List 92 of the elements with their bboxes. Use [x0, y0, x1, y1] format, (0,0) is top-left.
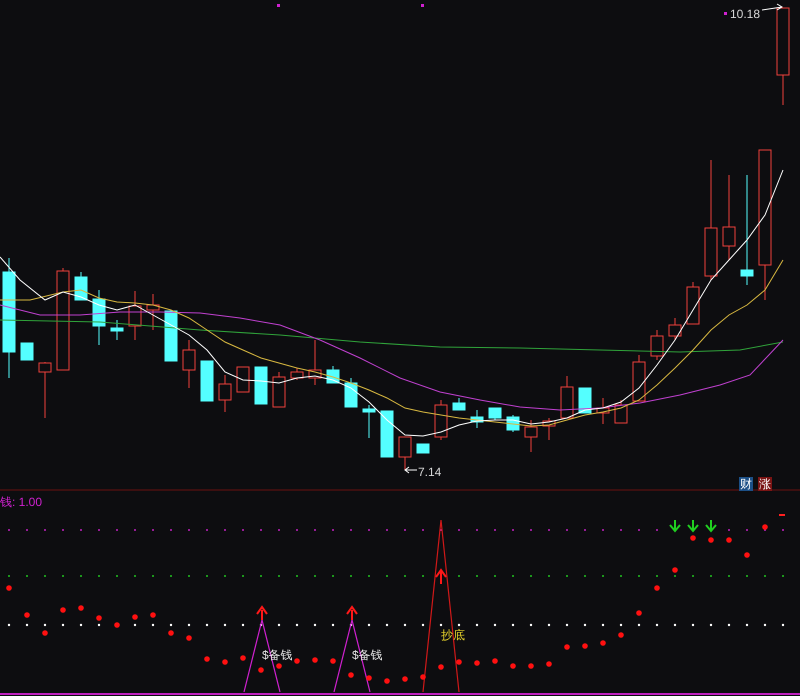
badge-label[interactable]: 涨: [758, 477, 772, 491]
candlestick: [20, 342, 34, 360]
indicator-dot: [114, 622, 120, 628]
indicator-dot: [456, 659, 462, 665]
candlestick: [416, 444, 430, 454]
indicator-dot: [618, 632, 624, 638]
low-price-label: 7.14: [418, 464, 442, 481]
indicator-dot: [258, 667, 264, 673]
indicator-dot: [276, 663, 282, 669]
indicator-dot: [348, 672, 354, 678]
indicator-dot: [708, 537, 714, 543]
indicator-dot: [312, 657, 318, 663]
indicator-dot: [762, 524, 768, 530]
badge-label[interactable]: 财: [739, 477, 753, 491]
indicator-dot: [564, 644, 570, 650]
indicator-dot: [24, 612, 30, 618]
indicator-dot: [600, 640, 606, 646]
candlestick: [632, 354, 646, 402]
up-arrow-icon: [256, 605, 268, 621]
up-arrow-icon: [435, 568, 447, 585]
indicator-dot: [492, 658, 498, 664]
candlestick: [614, 400, 628, 424]
indicator-dot: [546, 661, 552, 667]
indicator-dot: [690, 535, 696, 541]
indicator-dot: [294, 658, 300, 664]
indicator-dot: [582, 643, 588, 649]
candlestick: [362, 404, 376, 438]
indicator-dot: [744, 552, 750, 558]
marker-dash: [779, 514, 785, 516]
indicator-dot: [672, 567, 678, 573]
candlestick: [254, 366, 268, 404]
candlestick: [272, 372, 286, 408]
candlestick: [578, 388, 592, 414]
candlestick: [452, 398, 466, 410]
indicator-dot: [150, 612, 156, 618]
indicator-dot: [78, 605, 84, 611]
high-price-label: 10.18: [730, 6, 760, 23]
candlestick: [308, 340, 322, 386]
indicator-dot: [528, 663, 534, 669]
candlestick: [146, 294, 160, 330]
candlestick: [92, 290, 106, 346]
candlestick: [668, 318, 682, 340]
candlestick: [164, 310, 178, 362]
candlestick: [596, 398, 610, 424]
candlestick: [488, 408, 502, 420]
down-arrow-icon: [669, 519, 681, 533]
indicator-dot: [438, 664, 444, 670]
indicator-dot: [186, 635, 192, 641]
down-arrow-icon: [705, 519, 717, 533]
indicator-dot: [474, 660, 480, 666]
candlestick: [200, 360, 214, 402]
indicator-dot: [510, 663, 516, 669]
candlestick: [182, 340, 196, 388]
candlestick: [560, 376, 574, 418]
candlestick: [74, 272, 88, 300]
candlestick: [650, 330, 664, 360]
candlestick: [110, 320, 124, 340]
indicator-dot: [654, 585, 660, 591]
pointer-arrow-icon: [404, 466, 418, 474]
candlestick: [542, 418, 556, 440]
indicator-dot: [384, 678, 390, 684]
candlestick: [686, 282, 700, 324]
indicator-dot: [636, 610, 642, 616]
pointer-arrow-icon: [762, 4, 783, 10]
indicator-dot: [240, 655, 246, 661]
candlestick: [218, 374, 232, 412]
candlestick: [434, 400, 448, 440]
indicator-dot: [366, 675, 372, 681]
indicator-dot: [60, 607, 66, 613]
candlestick: [290, 368, 304, 380]
candlestick: [470, 410, 484, 428]
indicator-dot: [330, 658, 336, 664]
indicator-dot: [420, 674, 426, 680]
down-arrow-icon: [687, 519, 699, 533]
indicator-dot: [726, 537, 732, 543]
indicator-title: 钱: 1.00: [0, 494, 42, 511]
indicator-dot: [204, 656, 210, 662]
indicator-dot: [222, 659, 228, 665]
indicator-dot: [96, 615, 102, 621]
up-arrow-icon: [346, 605, 358, 621]
candlestick: [344, 378, 358, 408]
candlestick: [236, 366, 250, 392]
indicator-dot: [168, 630, 174, 636]
candlestick: [524, 420, 538, 452]
candlestick: [398, 436, 412, 470]
candlestick: [380, 410, 394, 458]
indicator-dot: [132, 614, 138, 620]
indicator-dot: [6, 585, 12, 591]
candlestick: [128, 290, 142, 340]
indicator-dot: [402, 676, 408, 682]
indicator-dot: [42, 630, 48, 636]
candlestick: [38, 362, 52, 418]
